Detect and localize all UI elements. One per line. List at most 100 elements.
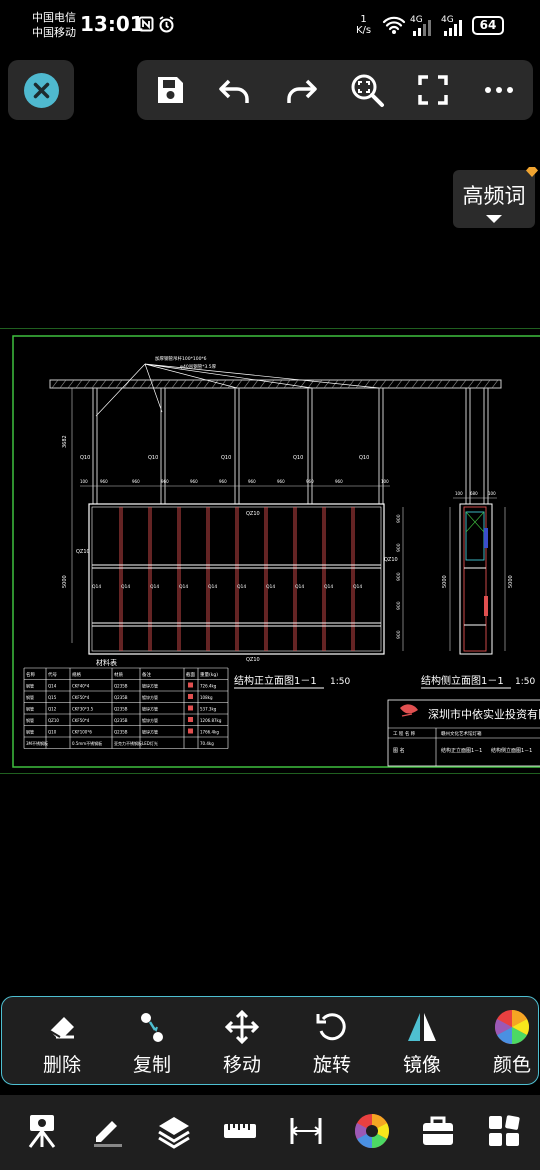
rotate-icon (316, 1013, 346, 1041)
toolbox-button[interactable] (420, 1113, 456, 1149)
alarm-icon (158, 16, 175, 37)
mirror-button[interactable]: 镜像 (387, 1009, 457, 1079)
delete-button[interactable]: 删除 (27, 1009, 97, 1079)
rod-labels: Q10 Q10 Q10 Q10 Q10 (80, 455, 369, 461)
table-cell: 镀锌方管 (142, 729, 158, 735)
measure-button[interactable] (222, 1113, 258, 1149)
material-table: 名称 代号 规格 材质 备注 截面 重量(kg) 钢管 Q14 CKF40*4 Q235B 镀锌方管 7… (23, 667, 229, 749)
table-cell: 镀锌方管 (142, 694, 158, 700)
carrier-1: 中国电信 (32, 11, 76, 24)
vip-gem-icon (526, 167, 538, 177)
survey-button[interactable] (24, 1113, 60, 1149)
table-cell: 108kg (200, 695, 213, 700)
member-label: Q14 (324, 584, 333, 590)
member-label: Q14 (92, 584, 101, 590)
table-cell: 1206.87kg (200, 718, 222, 723)
layers-button[interactable] (156, 1113, 192, 1149)
net-speed-value: 1 (360, 14, 367, 25)
title-block: 深圳市中依实业投资有限公司 工 程 名 称 赣州文化艺术馆灯箱 图 名 结构正立… (387, 699, 540, 767)
dim-label: 960 (248, 479, 256, 484)
dim-label: 900 (396, 514, 402, 523)
table-cell: 3M不锈钢板 (26, 740, 48, 746)
grid-icon (489, 1115, 520, 1146)
dim-label: 960 (277, 479, 285, 484)
zoom-fit-button[interactable] (349, 72, 385, 108)
table-cell: 钢管 (26, 683, 34, 689)
left-height-top: 3682 (62, 435, 68, 448)
high-frequency-words-button[interactable]: 高频词 (453, 167, 538, 228)
table-cell: Q10 (48, 730, 57, 735)
close-button[interactable] (8, 60, 74, 120)
table-cell: CKF50*4 (72, 718, 90, 723)
hanger-note-1: 加厚钢管吊杆100*100*6 (155, 355, 207, 362)
table-cell: 镀锌方管 (142, 706, 158, 712)
dimension-button[interactable] (288, 1113, 324, 1149)
table-cell: LED灯光 (142, 740, 158, 746)
side-elevation (449, 388, 506, 655)
tb-drawing-label: 图 名 (393, 747, 405, 754)
member-labels: Q14 Q14 Q14 Q14 Q14 Q14 Q14 Q14 Q14 Q14 (92, 584, 362, 590)
table-cell: 70.4kg (200, 741, 214, 746)
rod-label: Q10 (293, 455, 303, 461)
dim-label: 960 (335, 479, 343, 484)
net-speed: 1 K/s (356, 14, 371, 36)
table-cell: QZ10 (48, 718, 59, 723)
table-cell: 0.5mm不锈钢板 (72, 740, 102, 746)
front-view-scale: 1:50 (330, 677, 350, 687)
frame-label-right: QZ10 (384, 557, 398, 563)
member-label: Q14 (237, 584, 246, 590)
dim-label: 100 (488, 491, 496, 496)
draw-button[interactable] (90, 1113, 126, 1149)
palette-button[interactable] (354, 1113, 390, 1149)
table-header-cell: 名称 (26, 671, 35, 678)
dim-label: 900 (396, 543, 402, 552)
dim-label: 900 (396, 630, 402, 639)
rod-label: Q10 (221, 455, 231, 461)
rod-label: Q10 (80, 455, 90, 461)
fullscreen-button[interactable] (415, 72, 451, 108)
side-view-scale: 1:50 (515, 677, 535, 687)
table-header-cell: 代号 (48, 671, 57, 678)
table-cell: 钢管 (26, 694, 34, 700)
redo-button[interactable] (283, 72, 319, 108)
table-cell: 镀锌方管 (142, 683, 158, 689)
member-label: Q14 (295, 584, 304, 590)
frame-label-bottom: QZ10 (246, 657, 260, 663)
move-button[interactable]: 移动 (207, 1009, 277, 1079)
eraser-icon (49, 1017, 74, 1039)
dim-label: 960 (306, 479, 314, 484)
dim-label: 680 (470, 491, 478, 496)
copy-button[interactable]: 复制 (117, 1009, 187, 1079)
table-cell: CKF100*6 (72, 730, 92, 735)
tb-drawing-2: 结构侧立面图1－1 (491, 747, 532, 754)
edit-tools-panel: 删除 复制 移动 旋转 镜像 颜色 (1, 996, 539, 1085)
frame-label-left: QZ10 (76, 549, 90, 555)
dim-label: 960 (161, 479, 169, 484)
signal-2-icon (442, 18, 468, 40)
member-label: Q14 (150, 584, 159, 590)
apps-button[interactable] (486, 1113, 522, 1149)
status-bar: 中国电信 中国移动 13:01 1 K/s 4G 4G 64 (0, 0, 540, 52)
carrier-2: 中国移动 (32, 26, 76, 39)
more-button[interactable] (481, 72, 517, 108)
save-button[interactable] (152, 72, 188, 108)
slab-hatch (51, 379, 499, 389)
table-cell: 537.3kg (200, 707, 217, 712)
cad-drawing-canvas[interactable]: 加厚钢管吊杆100*100*6 φ40吊钢管*3.5厚 Q10 Q10 Q10 … (0, 327, 540, 775)
toolbox-icon (423, 1116, 453, 1145)
rotate-label: 旋转 (312, 1054, 351, 1076)
side-view-title: 结构侧立面图1－1 (421, 674, 504, 687)
dim-label: 100 (381, 479, 389, 484)
table-cell: 1766.4kg (200, 730, 219, 735)
table-header-cell: 规格 (72, 671, 81, 678)
table-cell: Q12 (48, 707, 57, 712)
member-label: Q14 (179, 584, 188, 590)
color-button[interactable]: 颜色 (477, 1009, 540, 1079)
table-cell: 钢管 (26, 706, 34, 712)
delete-label: 删除 (42, 1054, 81, 1076)
leader-lines (95, 363, 380, 417)
survey-icon (28, 1115, 56, 1148)
mirror-label: 镜像 (402, 1054, 441, 1076)
rotate-button[interactable]: 旋转 (297, 1009, 367, 1079)
undo-button[interactable] (217, 72, 253, 108)
